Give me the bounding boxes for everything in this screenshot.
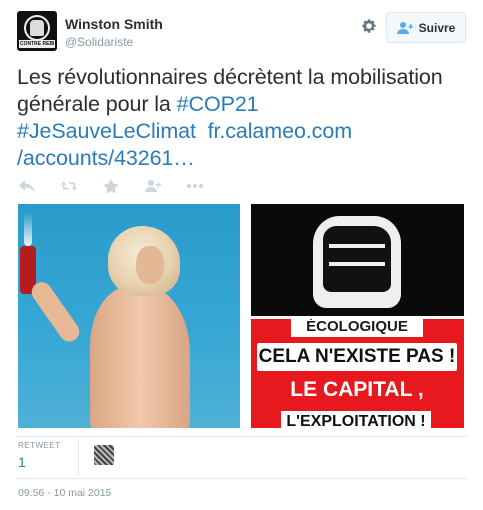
tweet-text: Les révolutionnaires décrètent la mobili… (17, 64, 467, 172)
tweet-link-path[interactable]: /accounts/43261… (17, 146, 195, 170)
photo-arm (27, 278, 84, 346)
tweet-actions (19, 178, 229, 194)
photo-smoke (24, 212, 32, 246)
hashtag-jesauveleclimat[interactable]: #JeSauveLeClimat (17, 119, 196, 143)
retweet-count[interactable]: 1 (18, 454, 26, 470)
gear-icon[interactable] (361, 18, 377, 34)
photo-poster[interactable]: ÉCOLOGIQUE CELA N'EXISTE PAS ! LE CAPITA… (251, 319, 464, 428)
divider (17, 478, 467, 479)
poster-line-4: L'EXPLOITATION ! (281, 411, 431, 428)
avatar[interactable]: CONTRE REBELLION (17, 11, 57, 51)
hashtag-cop21[interactable]: #COP21 (177, 92, 259, 116)
photo-fist[interactable] (251, 204, 464, 316)
follow-button[interactable]: Suivre (386, 12, 466, 43)
user-name[interactable]: Winston Smith (65, 16, 163, 32)
divider (17, 436, 467, 437)
fist-fill (323, 226, 391, 292)
reply-icon[interactable] (19, 178, 35, 194)
user-handle[interactable]: @Solidariste (65, 35, 133, 49)
follow-icon[interactable] (145, 178, 161, 194)
more-icon[interactable] (187, 178, 203, 194)
photo-face (136, 246, 164, 284)
tweet-timestamp[interactable]: 09:56 - 10 mai 2015 (18, 487, 111, 499)
add-user-icon (396, 21, 413, 34)
fist-line (329, 244, 385, 248)
tweet-link-domain[interactable]: fr.calameo.com (208, 119, 352, 143)
poster-line-2: CELA N'EXISTE PAS ! (257, 343, 457, 371)
favorite-icon[interactable] (103, 178, 119, 194)
retweet-label: RETWEET (18, 441, 61, 450)
stat-separator (78, 439, 79, 475)
retweeter-avatar[interactable] (94, 445, 114, 465)
poster-line-1: ÉCOLOGIQUE (291, 319, 423, 337)
tweet-header: CONTRE REBELLION Winston Smith @Solidari… (17, 11, 467, 53)
photo-figure (90, 286, 190, 428)
tweet-media: ÉCOLOGIQUE CELA N'EXISTE PAS ! LE CAPITA… (18, 204, 464, 428)
avatar-fist (30, 20, 44, 36)
fist-line (329, 262, 385, 266)
poster-line-3: LE CAPITAL , C'EST (290, 378, 424, 428)
photo-molotov[interactable] (18, 204, 240, 428)
avatar-text: CONTRE REBELLION (20, 41, 54, 47)
retweet-icon[interactable] (61, 178, 77, 194)
follow-label: Suivre (418, 20, 456, 35)
